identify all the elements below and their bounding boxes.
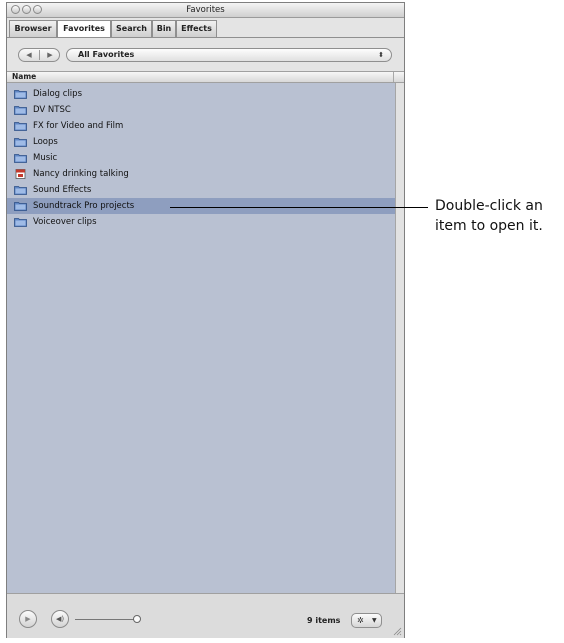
tab-bin[interactable]: Bin — [152, 20, 176, 37]
location-popup[interactable]: All Favorites ⬍ — [66, 48, 392, 62]
list-item[interactable]: Voiceover clips — [7, 214, 395, 230]
callout-line-2: item to open it. — [435, 218, 543, 234]
column-header[interactable]: Name — [7, 71, 404, 83]
tab-favorites[interactable]: Favorites — [57, 20, 111, 38]
callout-text: Double-click an item to open it. — [435, 196, 564, 236]
list-item[interactable]: Music — [7, 150, 395, 166]
callout-line-1: Double-click an — [435, 198, 543, 214]
favorites-list: Dialog clips DV NTSC FX for Video and Fi… — [7, 83, 395, 593]
list-item-label: Sound Effects — [33, 185, 92, 195]
volume-slider-track[interactable] — [75, 619, 135, 620]
list-item[interactable]: Sound Effects — [7, 182, 395, 198]
list-item-label: FX for Video and Film — [33, 121, 124, 131]
forward-arrow-icon[interactable]: ▶ — [40, 49, 60, 61]
play-icon[interactable]: ▶ — [19, 610, 37, 628]
location-popup-label: All Favorites — [78, 50, 135, 59]
list-item-label: Nancy drinking talking — [33, 169, 129, 179]
list-item[interactable]: FX for Video and Film — [7, 118, 395, 134]
list-item-selected[interactable]: Soundtrack Pro projects — [7, 198, 395, 214]
folder-icon — [14, 106, 27, 115]
window-title: Favorites — [186, 5, 225, 15]
list-item-label: Loops — [33, 137, 58, 147]
history-buttons: ◀ ▶ — [18, 48, 60, 62]
gear-icon: ✲ — [357, 616, 364, 625]
folder-icon — [14, 202, 27, 211]
tab-effects[interactable]: Effects — [176, 20, 217, 37]
column-header-divider — [393, 72, 394, 82]
tab-search[interactable]: Search — [111, 20, 152, 37]
list-item[interactable]: DV NTSC — [7, 102, 395, 118]
item-count: 9 items — [307, 616, 341, 625]
list-item-label: Music — [33, 153, 58, 163]
list-item-label: Voiceover clips — [33, 217, 97, 227]
chevron-down-icon: ▼ — [372, 617, 377, 624]
media-file-icon — [15, 169, 26, 179]
favorites-window: Favorites Browser Favorites Search Bin E… — [6, 2, 405, 638]
folder-icon — [14, 138, 27, 147]
volume-slider-handle[interactable] — [133, 615, 141, 623]
list-item-label: Soundtrack Pro projects — [33, 201, 135, 211]
vertical-scrollbar[interactable] — [395, 83, 404, 593]
list-item[interactable]: Loops — [7, 134, 395, 150]
title-bar[interactable]: Favorites — [7, 3, 404, 18]
list-item-label: Dialog clips — [33, 89, 82, 99]
list-item[interactable]: Nancy drinking talking — [7, 166, 395, 182]
list-item-label: DV NTSC — [33, 105, 71, 115]
speaker-icon[interactable]: ◀) — [51, 610, 69, 628]
action-menu-button[interactable]: ✲ ▼ — [351, 613, 382, 628]
folder-icon — [14, 90, 27, 99]
back-arrow-icon[interactable]: ◀ — [19, 49, 39, 61]
resize-handle-icon[interactable] — [393, 627, 402, 636]
callout-line — [170, 207, 428, 208]
folder-icon — [14, 186, 27, 195]
navigation-bar: ◀ ▶ All Favorites ⬍ — [7, 38, 404, 70]
folder-icon — [14, 154, 27, 163]
folder-icon — [14, 122, 27, 131]
footer-bar: ▶ ◀) 9 items ✲ ▼ — [7, 593, 404, 638]
folder-icon — [14, 218, 27, 227]
up-down-arrows-icon: ⬍ — [378, 51, 384, 59]
name-column-header[interactable]: Name — [12, 72, 36, 82]
tab-browser[interactable]: Browser — [9, 20, 57, 37]
list-item[interactable]: Dialog clips — [7, 86, 395, 102]
